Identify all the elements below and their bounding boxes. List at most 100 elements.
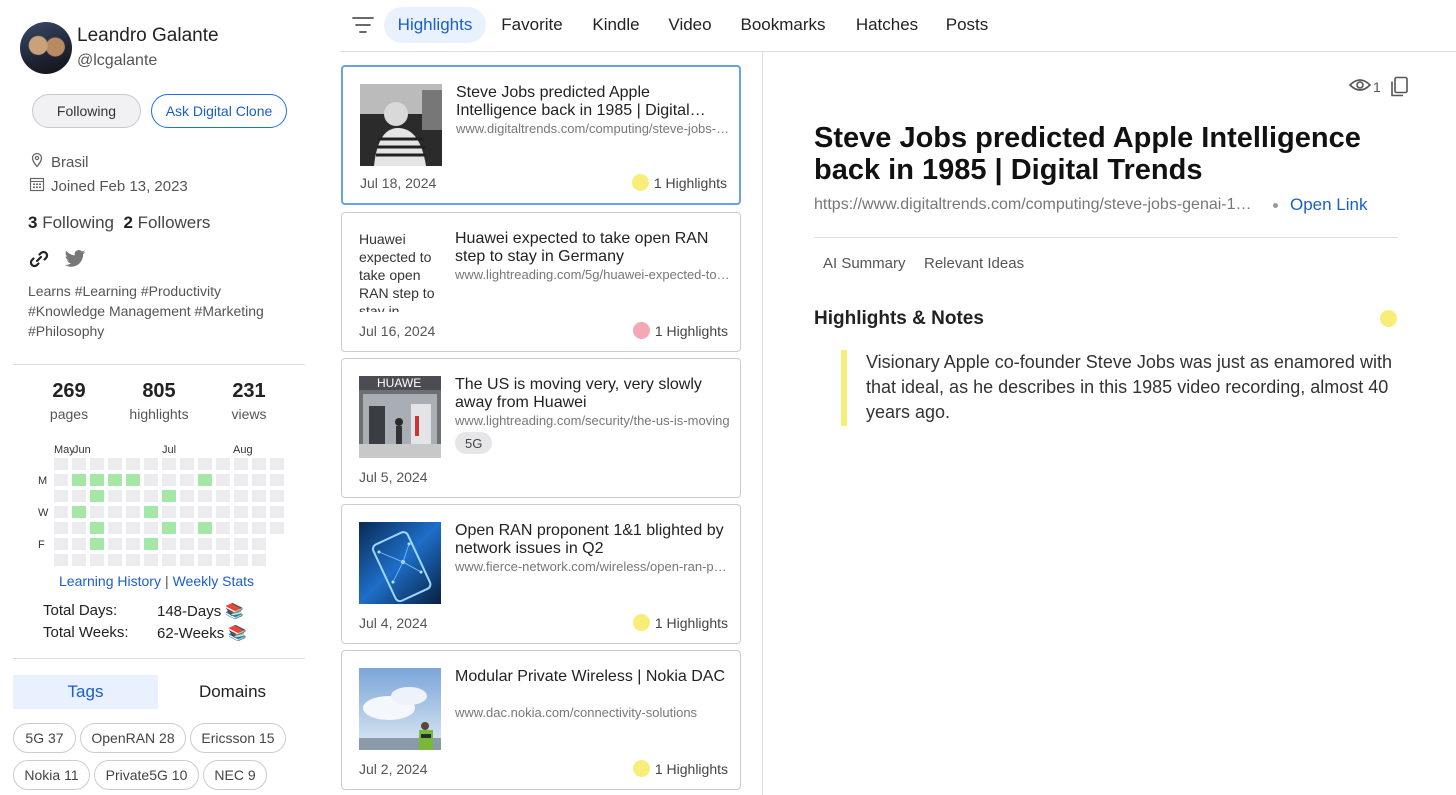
stat-views-label: views — [231, 406, 267, 422]
article-card[interactable]: Steve Jobs predicted Apple Intelligence … — [341, 65, 741, 205]
stat-highlights-value: 805 — [142, 380, 176, 402]
article-detail-pane: 1 Steve Jobs predicted Apple Intelligenc… — [762, 52, 1456, 795]
link-icon[interactable] — [28, 248, 50, 275]
activity-cell — [162, 554, 176, 566]
eye-icon — [1348, 78, 1372, 95]
article-tag-chip[interactable]: 5G — [455, 432, 493, 454]
article-url: www.fierce-network.com/wireless/open-ran… — [455, 559, 730, 574]
article-title[interactable]: Huawei expected to take open RAN step to… — [455, 230, 730, 266]
activity-cell — [144, 506, 158, 518]
activity-cell — [54, 522, 68, 534]
activity-cell — [216, 538, 230, 550]
tab-ai-summary[interactable]: AI Summary — [823, 255, 906, 272]
tab-posts[interactable]: Posts — [940, 7, 994, 43]
activity-cell — [252, 506, 266, 518]
tab-favorite[interactable]: Favorite — [494, 7, 570, 43]
copy-icon[interactable] — [1389, 76, 1409, 103]
tab-video[interactable]: Video — [662, 7, 718, 43]
highlight-marker — [841, 350, 847, 426]
article-card[interactable]: Huawei expected to take open RAN step to… — [341, 212, 741, 352]
profile-sidebar: Leandro Galante @lcgalante Following Ask… — [0, 0, 320, 795]
month-label: Aug — [233, 444, 253, 456]
highlight-count: 1 Highlights — [632, 614, 728, 631]
tag-chip[interactable]: Ericsson 15 — [190, 723, 286, 753]
activity-cell — [216, 506, 230, 518]
activity-cell — [180, 538, 194, 550]
top-navigation: Highlights Favorite Kindle Video Bookmar… — [340, 0, 1456, 52]
activity-cell — [234, 506, 248, 518]
activity-cell — [108, 506, 122, 518]
highlight-count: 1 Highlights — [632, 760, 728, 777]
activity-cell — [234, 458, 248, 470]
filter-icon[interactable] — [352, 16, 374, 39]
avatar[interactable] — [20, 22, 72, 74]
tag-chip[interactable]: 5G 37 — [13, 723, 76, 753]
learning-history-link[interactable]: Learning History — [59, 573, 161, 589]
activity-cell — [234, 538, 248, 550]
highlight-color-dot[interactable] — [1380, 310, 1397, 327]
article-title[interactable]: Modular Private Wireless | Nokia DAC — [455, 668, 730, 686]
tag-chip[interactable]: NEC 9 — [203, 760, 267, 790]
total-days-value: 148-Days 📚 — [157, 603, 245, 620]
activity-cell — [270, 490, 284, 502]
highlight-text[interactable]: Visionary Apple co-founder Steve Jobs wa… — [866, 350, 1406, 425]
stat-highlights-label: highlights — [129, 406, 189, 422]
activity-cell — [72, 458, 86, 470]
tab-bookmarks[interactable]: Bookmarks — [734, 7, 832, 43]
link-separator: | — [164, 573, 169, 589]
activity-cell — [162, 506, 176, 518]
ask-digital-clone-button[interactable]: Ask Digital Clone — [151, 94, 287, 128]
article-date: Jul 18, 2024 — [360, 175, 437, 191]
activity-cell — [144, 554, 158, 566]
activity-cell — [126, 458, 140, 470]
twitter-icon[interactable] — [64, 249, 86, 274]
open-link[interactable]: Open Link — [1290, 195, 1368, 215]
activity-cell — [198, 554, 212, 566]
article-title[interactable]: Steve Jobs predicted Apple Intelligence … — [456, 84, 731, 120]
activity-cell — [72, 474, 86, 486]
location-row: Brasil — [29, 152, 89, 172]
tag-chip[interactable]: OpenRAN 28 — [80, 723, 186, 753]
day-label: W — [38, 507, 49, 519]
tab-tags[interactable]: Tags — [13, 675, 158, 709]
thumbnail-sign-text: HUAWE — [377, 376, 421, 390]
activity-cell — [252, 554, 266, 566]
activity-cell — [270, 522, 284, 534]
joined-text: Joined Feb 13, 2023 — [51, 177, 188, 195]
activity-cell — [144, 474, 158, 486]
tab-highlights[interactable]: Highlights — [384, 7, 486, 43]
activity-cell — [198, 458, 212, 470]
article-card[interactable]: Modular Private Wireless | Nokia DAC www… — [341, 650, 741, 790]
activity-cell — [126, 490, 140, 502]
history-links: Learning History | Weekly Stats — [59, 573, 254, 589]
activity-cell — [54, 474, 68, 486]
activity-cell — [144, 522, 158, 534]
tab-domains[interactable]: Domains — [160, 675, 305, 709]
activity-cell — [90, 522, 104, 534]
followers-link[interactable]: Followers — [138, 213, 211, 232]
total-weeks: Total Weeks: 62-Weeks 📚 — [43, 624, 247, 642]
tag-chip[interactable]: Nokia 11 — [13, 760, 90, 790]
tab-kindle[interactable]: Kindle — [584, 7, 648, 43]
profile-handle: @lcgalante — [77, 52, 158, 69]
following-button[interactable]: Following — [32, 94, 141, 128]
article-card[interactable]: Open RAN proponent 1&1 blighted by netwo… — [341, 504, 741, 644]
activity-cell — [162, 538, 176, 550]
tab-hatches[interactable]: Hatches — [848, 7, 926, 43]
tab-relevant-ideas[interactable]: Relevant Ideas — [924, 255, 1024, 272]
highlights-notes-heading: Highlights & Notes — [814, 308, 984, 329]
activity-cell — [270, 506, 284, 518]
following-link[interactable]: Following — [42, 213, 114, 232]
article-card[interactable]: HUAWE The US is moving very, very slowly… — [341, 358, 741, 498]
activity-cell — [108, 522, 122, 534]
activity-cell — [72, 506, 86, 518]
article-title[interactable]: The US is moving very, very slowly away … — [455, 376, 730, 412]
activity-cell — [198, 490, 212, 502]
weekly-stats-link[interactable]: Weekly Stats — [173, 573, 254, 589]
tag-chip[interactable]: Private5G 10 — [94, 760, 199, 790]
article-thumbnail: HUAWE — [359, 376, 441, 458]
highlight-color-dot — [632, 760, 650, 777]
activity-cell — [180, 506, 194, 518]
article-title[interactable]: Open RAN proponent 1&1 blighted by netwo… — [455, 522, 730, 558]
article-date: Jul 2, 2024 — [359, 761, 428, 777]
